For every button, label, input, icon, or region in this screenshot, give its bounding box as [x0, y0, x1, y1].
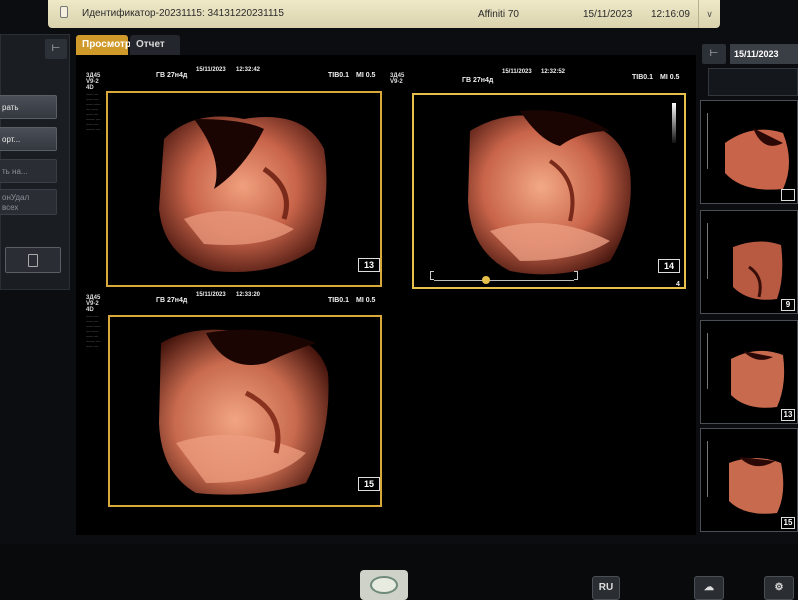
document-icon: [28, 254, 38, 267]
thumbnail-scale: [707, 223, 711, 279]
home-button[interactable]: [360, 570, 408, 600]
pane-date: 15/11/2023: [502, 69, 532, 75]
pane-time: 12:33:20: [236, 292, 261, 298]
pane-time: 12:32:52: [541, 69, 566, 75]
thumbnail[interactable]: 9: [700, 210, 798, 314]
left-panel: ⊢ рать орт... ть на... онУдал всех: [0, 34, 70, 290]
patient-header: Идентификатор-20231115: 34131220231115 A…: [48, 0, 720, 28]
pane-info: 3Д45 V9-2 4D ––– –– ––– –– ––– ––– –– ––– ––– …: [86, 295, 101, 348]
left-panel-button-3[interactable]: ть на...: [0, 159, 57, 183]
left-panel-button-4[interactable]: онУдал всех: [0, 189, 57, 215]
thumbnail[interactable]: [700, 100, 798, 204]
pin-icon[interactable]: ⊢: [702, 44, 726, 64]
thumbnail[interactable]: 13: [700, 320, 798, 424]
mi-value: MI 0.5: [356, 297, 376, 304]
home-icon: [370, 576, 398, 594]
pane-date: 15/11/2023: [196, 292, 226, 298]
patient-id: Идентификатор-20231115: 34131220231115: [82, 8, 284, 19]
pane-info: 3Д45 V9-2: [390, 73, 405, 85]
image-number: 13: [358, 258, 380, 272]
thumbnail-scale: [707, 441, 711, 497]
pin-icon[interactable]: ⊢: [45, 39, 67, 59]
tib-value: TIB0.1: [328, 297, 350, 304]
chevron-down-icon[interactable]: ∨: [698, 0, 720, 28]
cloud-icon: ☁: [704, 582, 714, 593]
document-button[interactable]: [5, 247, 61, 273]
grayscale-bar: [672, 103, 676, 143]
image-number: 14: [658, 259, 680, 273]
thumbnail-number: 15: [781, 517, 795, 529]
3d-render: [460, 101, 640, 281]
cine-slider-track[interactable]: [434, 280, 574, 281]
tab-view[interactable]: Просмотр: [76, 35, 131, 55]
tib-value: TIB0.1: [328, 72, 350, 79]
quadrant-number: 4: [676, 281, 680, 288]
tib-value: TIB0.1: [632, 74, 654, 81]
language-button[interactable]: RU: [592, 576, 620, 600]
network-button[interactable]: ⚙: [764, 576, 794, 600]
image-pane-1[interactable]: 3Д45 V9-2 4D ––– –– ––– –– ––– ––– –– ––– ––– …: [76, 55, 386, 295]
ultrasound-screen: Идентификатор-20231115: 34131220231115 A…: [0, 0, 798, 600]
thumbnail-number: 9: [781, 299, 795, 311]
lock-icon: [60, 6, 68, 18]
pane-date: 15/11/2023: [196, 67, 226, 73]
image-number: 15: [358, 477, 380, 491]
thumbnail-image: [727, 345, 787, 411]
thumbnail-image: [725, 453, 787, 517]
mi-value: MI 0.5: [660, 74, 680, 81]
thumbnail-number: 13: [781, 409, 795, 421]
thumbnail[interactable]: 15: [700, 428, 798, 532]
slider-left-bracket: [430, 271, 434, 280]
header-date: 15/11/2023: [583, 9, 633, 20]
thumbnail-scale: [707, 113, 711, 169]
cine-slider-knob[interactable]: [482, 276, 490, 284]
left-panel-button-1[interactable]: рать: [0, 95, 57, 119]
image-pane-2[interactable]: 3Д45 V9-2 ГВ 27н4д 15/11/2023 12:32:52 TI…: [386, 55, 696, 295]
gestational-age: ГВ 27н4д: [462, 77, 494, 84]
thumbnail-image: [729, 237, 785, 303]
header-time: 12:16:09: [651, 9, 690, 20]
image-pane-3[interactable]: 3Д45 V9-2 4D ––– –– ––– –– ––– ––– –– ––– ––– …: [76, 291, 386, 531]
tab-report[interactable]: Отчет: [130, 35, 180, 55]
mi-value: MI 0.5: [356, 72, 376, 79]
gestational-age: ГВ 27н4д: [156, 72, 188, 79]
bottom-bar: RU ☁ ⚙: [0, 544, 798, 600]
system-model: Affiniti 70: [478, 9, 519, 20]
thumbnail-scale: [707, 333, 711, 389]
3d-render: [156, 323, 332, 499]
exam-date: 15/11/2023: [730, 44, 798, 64]
pane-info: 3Д45 V9-2 4D ––– –– ––– –– ––– ––– –– ––– ––– …: [86, 73, 101, 131]
left-panel-button-2[interactable]: орт...: [0, 127, 57, 151]
image-viewer: 3Д45 V9-2 4D ––– –– ––– –– ––– ––– –– ––– ––– …: [76, 55, 696, 535]
cloud-button[interactable]: ☁: [694, 576, 724, 600]
network-icon: ⚙: [774, 582, 784, 593]
thumbnail-strip-top[interactable]: [708, 68, 798, 96]
thumbnail-image: [723, 123, 795, 193]
slider-right-bracket: [574, 271, 578, 280]
pane-time: 12:32:42: [236, 67, 261, 73]
gestational-age: ГВ 27н4д: [156, 297, 188, 304]
thumbnail-number: [781, 189, 795, 201]
3d-render: [154, 99, 334, 279]
